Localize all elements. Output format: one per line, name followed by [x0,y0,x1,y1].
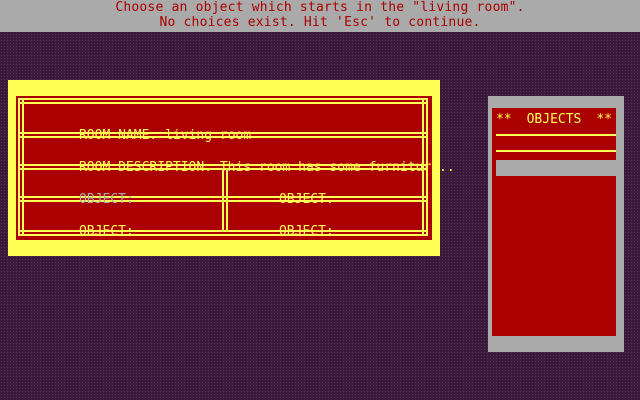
room-description-label: ROOM DESCRIPTION: [78,160,213,175]
instruction-line-2: No choices exist. Hit 'Esc' to continue. [159,15,481,30]
frame-top [20,98,428,104]
instruction-line-1: Choose an object which starts in the "li… [115,0,525,15]
room-description-value: This room has some furniture.. [219,160,455,175]
room-editor-panel: ROOM NAME: living room ROOM DESCRIPTION:… [8,80,455,256]
object-field-3[interactable]: OBJECT: [32,208,142,256]
objects-list-selection-bar[interactable] [496,160,616,176]
room-name-label: ROOM NAME: [78,128,158,143]
object-field-4[interactable]: OBJECT: [232,208,342,256]
object-label-3: OBJECT: [78,224,134,239]
header-underline [496,134,616,136]
list-divider [496,150,616,152]
object-label-4: OBJECT: [278,224,334,239]
room-editor-form: ROOM NAME: living room ROOM DESCRIPTION:… [16,96,455,240]
room-name-value: living room [165,128,252,143]
object-label-2: OBJECT: [278,192,334,207]
objects-list-title: OBJECTS [526,112,582,127]
objects-list: ** OBJECTS ** [492,108,616,336]
header-stars-right: ** [596,112,612,127]
objects-list-header: ** OBJECTS ** [496,112,612,128]
instruction-bar: Choose an object which starts in the "li… [0,0,640,32]
header-stars-left: ** [496,112,512,127]
objects-list-panel: ** OBJECTS ** [488,96,624,352]
object-label-1: OBJECT: [78,192,134,207]
